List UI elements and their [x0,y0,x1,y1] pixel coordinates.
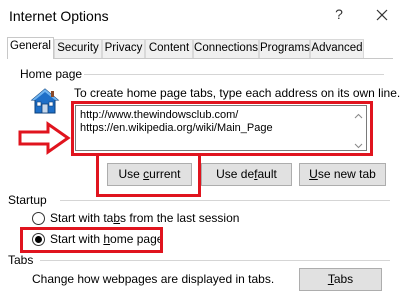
help-button[interactable]: ? [330,6,348,26]
radio-label: Start with tabs from the last session [50,211,240,225]
startup-heading: Startup [8,193,47,207]
tab-privacy[interactable]: Privacy [102,39,145,58]
tab-general[interactable]: General [7,37,54,59]
home-page-instruction: To create home page tabs, type each addr… [74,86,400,100]
tabs-group-line [40,260,390,261]
tabs-button[interactable]: Tabs [299,268,382,291]
use-default-button[interactable]: Use default [201,163,292,186]
home-page-heading: Home page [20,67,83,81]
highlight-box-home-page-option [20,227,163,253]
use-new-tab-button[interactable]: Use new tab [299,163,386,186]
tab-strip: General Security Privacy Content Connect… [7,37,393,59]
tab-advanced[interactable]: Advanced [310,39,364,58]
tab-security[interactable]: Security [54,39,102,58]
window-title: Internet Options [9,8,109,24]
house-icon [29,85,61,117]
highlight-box-urls [71,101,373,156]
tabs-description: Change how webpages are displayed in tab… [32,272,275,286]
close-icon[interactable] [371,4,393,26]
radio-button[interactable] [32,212,45,225]
tab-content[interactable]: Content [145,39,193,58]
startup-group-line [60,200,390,201]
tab-divider [7,58,393,59]
title-bar: Internet Options ? [0,0,400,32]
red-arrow-icon [18,121,72,155]
tab-programs[interactable]: Programs [259,39,310,58]
tabs-heading: Tabs [8,253,34,267]
home-page-group-line [84,74,384,75]
highlight-box-use-current [96,153,201,197]
tab-connections[interactable]: Connections [193,39,259,58]
